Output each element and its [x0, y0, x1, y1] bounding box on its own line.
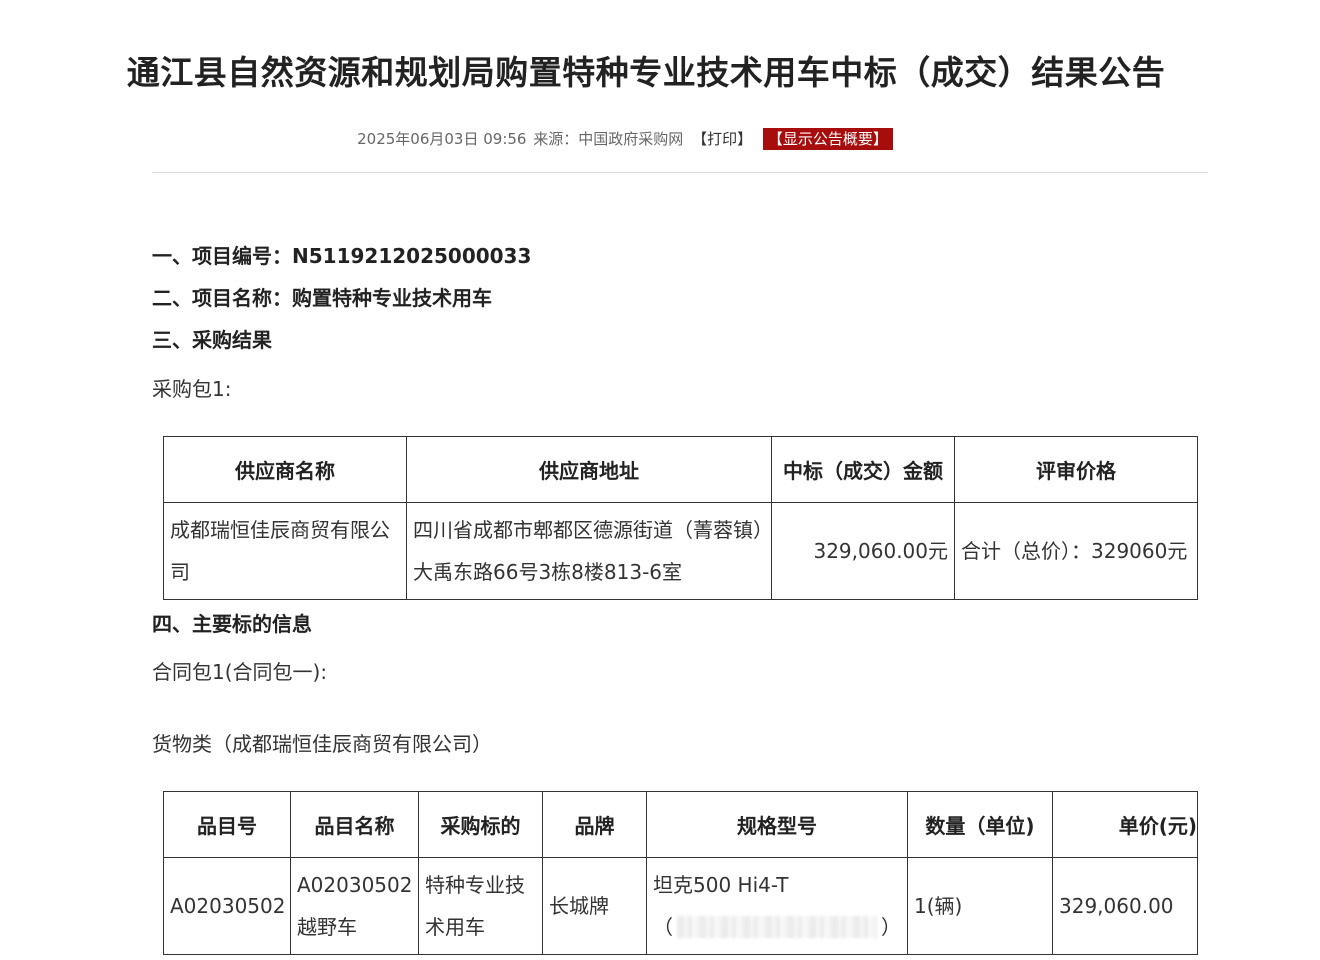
- purchase-subject: 特种专业技术用车: [418, 857, 543, 955]
- unit-price: 329,060.00: [1052, 857, 1198, 955]
- result-table: 供应商名称 供应商地址 中标（成交）金额 评审价格 成都瑞恒佳辰商贸有限公司 四…: [163, 436, 1198, 600]
- redacted-text: [677, 916, 877, 938]
- divider: [152, 172, 1208, 173]
- header-purchase-subject: 采购标的: [418, 791, 543, 858]
- page-title: 通江县自然资源和规划局购置特种专业技术用车中标（成交）结果公告: [126, 53, 1166, 92]
- item-name: A02030502越野车: [290, 857, 419, 955]
- meta-bar: 2025年06月03日 09:56 来源：中国政府采购网 【打印】 【显示公告概…: [0, 128, 1320, 150]
- paren-close: ）: [881, 915, 901, 939]
- header-supplier-address: 供应商地址: [406, 436, 772, 503]
- table-row: 成都瑞恒佳辰商贸有限公司 四川省成都市郫都区德源街道（菁蓉镇）大禹东路66号3栋…: [163, 502, 1198, 600]
- table-header-row: 品目号 品目名称 采购标的 品牌 规格型号 数量（单位) 单价(元): [163, 791, 1198, 858]
- contract-package-label: 合同包1(合同包一):: [152, 660, 328, 684]
- source-name: 中国政府采购网: [578, 130, 684, 148]
- header-item-number: 品目号: [163, 791, 291, 858]
- header-brand: 品牌: [542, 791, 647, 858]
- show-summary-button[interactable]: 【显示公告概要】: [762, 128, 893, 150]
- project-name: 二、项目名称：购置特种专业技术用车: [152, 286, 492, 310]
- review-price: 合计（总价）：329060元: [954, 502, 1198, 600]
- quantity: 1(辆): [907, 857, 1053, 955]
- section-purchase-result: 三、采购结果: [152, 328, 272, 352]
- publish-datetime: 2025年06月03日 09:56: [357, 130, 527, 148]
- supplier-address: 四川省成都市郫都区德源街道（菁蓉镇）大禹东路66号3栋8楼813-6室: [406, 502, 772, 600]
- item-number: A02030502: [163, 857, 291, 955]
- goods-category-label: 货物类（成都瑞恒佳辰商贸有限公司）: [152, 732, 492, 756]
- model-cell: 坦克500 Hi4-T （ ）: [646, 857, 908, 955]
- model-detail: （ ）: [653, 906, 901, 948]
- header-unit-price: 单价(元): [1052, 791, 1198, 858]
- brand: 长城牌: [542, 857, 647, 955]
- paren-open: （: [653, 915, 673, 939]
- model-text: 坦克500 Hi4-T: [653, 873, 789, 897]
- table-row: A02030502 A02030502越野车 特种专业技术用车 长城牌 坦克50…: [163, 857, 1198, 955]
- project-number: 一、项目编号：N5119212025000033: [152, 244, 532, 268]
- package-label: 采购包1:: [152, 377, 232, 401]
- header-bid-amount: 中标（成交）金额: [771, 436, 955, 503]
- header-supplier-name: 供应商名称: [163, 436, 407, 503]
- header-quantity: 数量（单位): [907, 791, 1053, 858]
- item-table: 品目号 品目名称 采购标的 品牌 规格型号 数量（单位) 单价(元) A0203…: [163, 791, 1198, 955]
- bid-amount: 329,060.00元: [771, 502, 955, 600]
- header-model: 规格型号: [646, 791, 908, 858]
- header-review-price: 评审价格: [954, 436, 1198, 503]
- print-button[interactable]: 【打印】: [692, 130, 752, 148]
- section-subject-info: 四、主要标的信息: [152, 612, 312, 636]
- source-label: 来源：: [533, 130, 579, 148]
- brand-text: 长城牌: [549, 894, 609, 918]
- table-header-row: 供应商名称 供应商地址 中标（成交）金额 评审价格: [163, 436, 1198, 503]
- supplier-name: 成都瑞恒佳辰商贸有限公司: [163, 502, 407, 600]
- header-item-name: 品目名称: [290, 791, 419, 858]
